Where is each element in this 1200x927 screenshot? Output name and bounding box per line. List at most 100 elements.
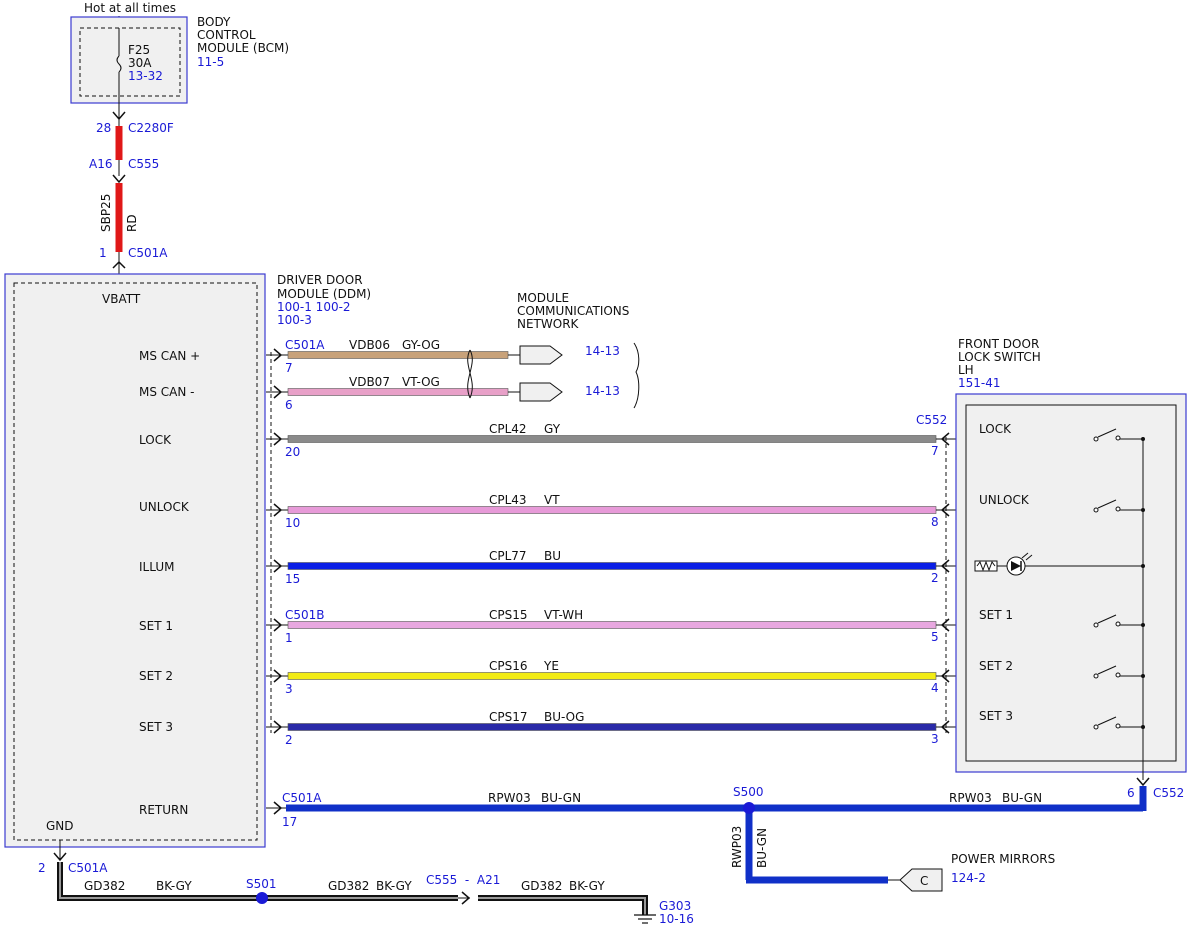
switch-label-set-2: SET 2 [979,659,1013,673]
wire-color: GY-OG [402,338,440,352]
power-mirrors-conn: C [920,874,928,888]
wire-pin-right: 2 [931,571,939,585]
ddm-gnd-label: GND [46,819,74,833]
ground-point[interactable]: G303 [659,899,691,913]
switch-label-unlock: UNLOCK [979,493,1030,507]
diagram-svg: Hot at all times BODY CONTROL MODULE (BC… [4,1,1187,926]
wire-circuit: VDB06 [349,338,390,352]
ground-circuit-1: GD382 [84,879,125,893]
wire-pin-left: 1 [285,631,293,645]
wire-body [287,672,937,680]
wire-circuit: VDB07 [349,375,390,389]
wire-circuit: CPL43 [489,493,527,507]
wire-cpl77: 2 CPL77 BU 15 [266,549,975,586]
wire-pin-left: 10 [285,516,300,530]
return-color-right: BU-GN [1002,791,1042,805]
c2280f-connector[interactable]: C2280F [128,121,174,135]
return-circuit: RPW03 [488,791,531,805]
ddm-signal-lock: LOCK [139,433,172,447]
wire-color: VT-WH [544,608,583,622]
lock-switch-ref[interactable]: 151-41 [958,376,1001,390]
switch-label-lock: LOCK [979,422,1012,436]
return-circuit-right: RPW03 [949,791,992,805]
wire-pin-right: 5 [931,630,939,644]
ground-circuit-2: GD382 [328,879,369,893]
splice-s501[interactable] [256,892,268,904]
ddm-refs-line-1[interactable]: 100-1 100-2 [277,300,351,314]
hot-at-all-times-label: Hot at all times [84,1,176,15]
ground-color-1: BK-GY [156,879,192,893]
mcn-label-line-2: COMMUNICATIONS [517,304,629,318]
mcn-connector-icon [519,382,563,402]
wire-circuit: CPL77 [489,549,527,563]
wire-pin-right: 4 [931,681,939,695]
c2280f-pin: 28 [96,121,111,135]
ddm-signal-ms-can-plus: MS CAN + [139,349,200,363]
ddm-signal-illum: ILLUM [139,560,174,574]
lock-switch-name-line-1: FRONT DOOR [958,337,1039,351]
wire-circuit: CPS17 [489,710,528,724]
lock-switch-name-line-2: LOCK SWITCH [958,350,1041,364]
connector-arrow-icon [112,174,126,184]
mcn-ref-2[interactable]: 14-13 [585,384,620,398]
wire-body [287,351,509,359]
ground-color-3: BK-GY [569,879,605,893]
wire-color: BU-OG [544,710,584,724]
feed-circuit: SBP25 [99,194,113,232]
bcm-name-line-3: MODULE (BCM) [197,41,289,55]
return-color: BU-GN [541,791,581,805]
splice-s501-label[interactable]: S501 [246,877,277,891]
mcn-ref-1[interactable]: 14-13 [585,344,620,358]
lock-switch-return-connector[interactable]: C552 [1153,786,1184,800]
wire-color: VT [544,493,560,507]
wire-circuit: CPL42 [489,422,527,436]
wire-body [287,435,937,443]
bcm-page-ref[interactable]: 11-5 [197,55,224,69]
c555-connector[interactable]: C555 [128,157,159,171]
wire-connector[interactable]: C501A [285,338,325,352]
bcm-name-line-1: BODY [197,15,231,29]
c501a-feed-connector[interactable]: C501A [128,246,168,260]
splice-s500-label[interactable]: S500 [733,785,764,799]
wire-pin-left: 15 [285,572,300,586]
wire-color: VT-OG [402,375,440,389]
ddm-vbatt-label: VBATT [102,292,141,306]
power-mirrors-ref[interactable]: 124-2 [951,871,986,885]
lock-switch-connector[interactable]: C552 [916,413,947,427]
ddm-signal-set-2: SET 2 [139,669,173,683]
power-mirrors-label: POWER MIRRORS [951,852,1055,866]
return-branch-color: BU-GN [755,828,769,868]
mcn-connector-icon [519,345,563,365]
ground-wire-segment-2 [478,895,648,915]
ground-pin: 2 [38,861,46,875]
wire-color: YE [543,659,559,673]
wire-pin-left: 3 [285,682,293,696]
return-pin: 17 [282,815,297,829]
wire-body [287,621,937,629]
ground-connector[interactable]: C501A [68,861,108,875]
ddm-signal-return: RETURN [139,803,188,817]
ground-inline-connector[interactable]: C555 - A21 [426,873,500,887]
bcm-name-line-2: CONTROL [197,28,256,42]
fuse-ref[interactable]: 13-32 [128,69,163,83]
wire-body [287,562,937,570]
wire-pin-right: 8 [931,515,939,529]
wire-body [287,388,509,396]
wire-connector[interactable]: C501B [285,608,325,622]
ground-circuit-3: GD382 [521,879,562,893]
c501a-feed-pin: 1 [99,246,107,260]
wire-color: GY [544,422,561,436]
return-connector[interactable]: C501A [282,791,322,805]
wire-circuit: CPS16 [489,659,528,673]
ddm-refs-line-2[interactable]: 100-3 [277,313,312,327]
ground-ref[interactable]: 10-16 [659,912,694,926]
return-branch-circuit: RWP03 [730,826,744,868]
ddm-signal-set-1: SET 1 [139,619,173,633]
wire-circuit: CPS15 [489,608,528,622]
wire-pin-right: 7 [931,444,939,458]
ddm-module-box [4,273,266,848]
ddm-name-line-2: MODULE (DDM) [277,287,371,301]
splice-s500[interactable] [743,802,755,814]
mcn-label-line-3: NETWORK [517,317,580,331]
wire-pin-left: 7 [285,361,293,375]
